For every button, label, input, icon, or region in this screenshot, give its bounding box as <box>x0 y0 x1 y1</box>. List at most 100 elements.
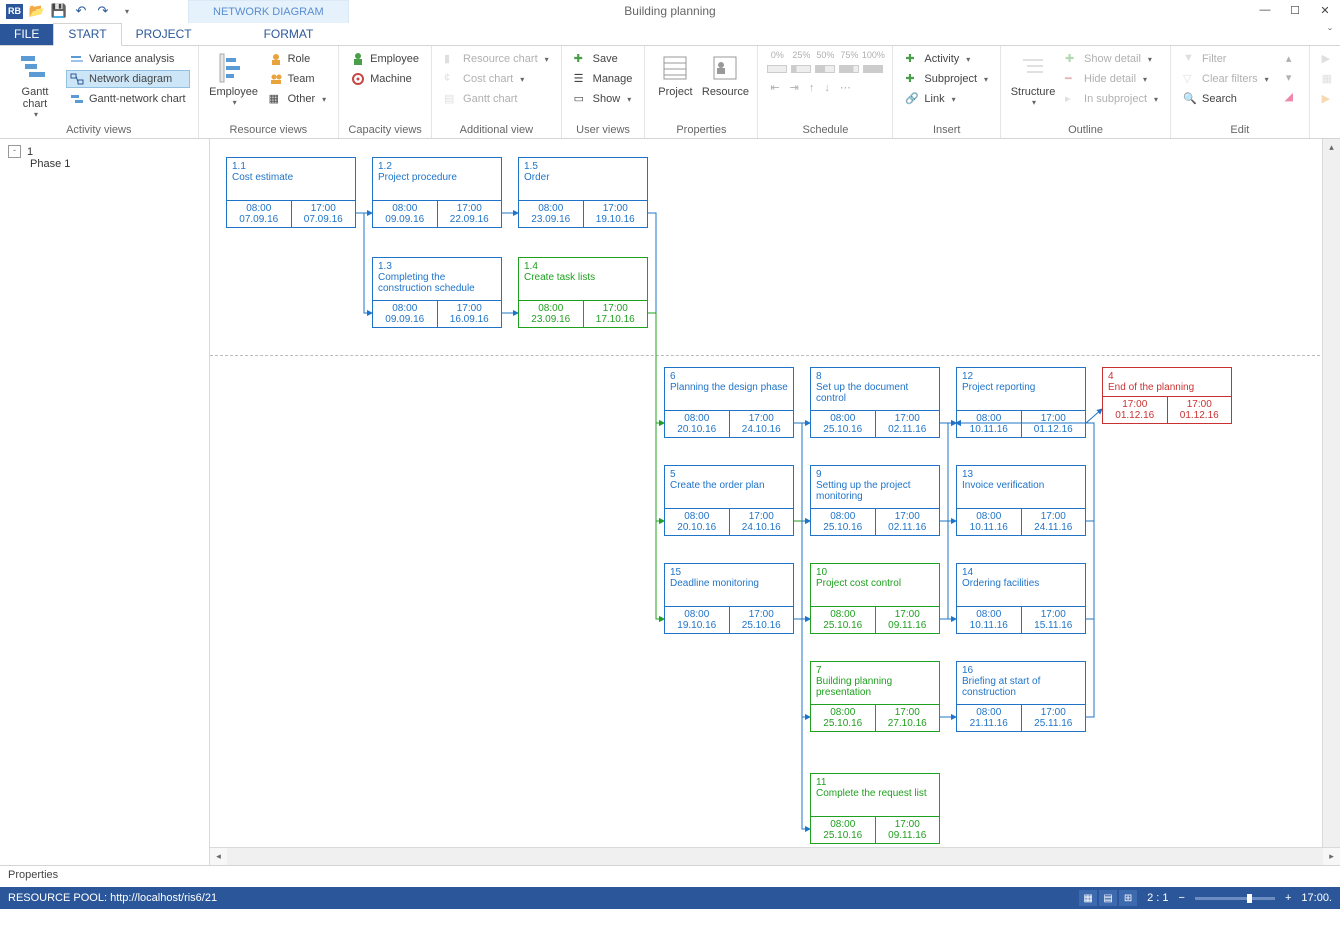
minus-icon: ━ <box>1065 72 1079 86</box>
group-schedule: 0% 25% 50% 75% 100% ⇤ ⇥ ↑ ↓ ⋯ Schedule <box>758 46 893 138</box>
diagram-canvas[interactable]: 1.1Cost estimate08:0007.09.1617:0007.09.… <box>210 139 1340 865</box>
status-time: 17:00. <box>1301 892 1332 904</box>
status-icon-1[interactable]: ▦ <box>1079 890 1097 906</box>
status-icon-2[interactable]: ▤ <box>1099 890 1117 906</box>
diagram-node[interactable]: 1.2Project procedure08:0009.09.1617:0022… <box>372 157 502 228</box>
eraser-icon: ◢ <box>1277 88 1301 105</box>
group-properties: Project Resource Properties <box>645 46 758 138</box>
maximize-button[interactable]: ☐ <box>1280 0 1310 20</box>
horizontal-scrollbar[interactable]: ◂ ▸ <box>210 847 1340 865</box>
insert-link-button[interactable]: 🔗Link▾ <box>901 90 992 108</box>
status-bar: RESOURCE POOL: http://localhost/ris6/21 … <box>0 887 1340 909</box>
show-views-dropdown[interactable]: ▭Show▾ <box>570 90 637 108</box>
employee-view-button[interactable]: Employee ▾ <box>207 50 261 107</box>
diagram-node[interactable]: 8Set up the document control08:0025.10.1… <box>810 367 940 438</box>
zoom-slider[interactable] <box>1195 897 1275 900</box>
diagram-node[interactable]: 9Setting up the project monitoring08:002… <box>810 465 940 536</box>
project-properties-button[interactable]: Project <box>653 50 697 98</box>
tab-project[interactable]: PROJECT <box>122 24 206 45</box>
diagram-node[interactable]: 7Building planning presentation08:0025.1… <box>810 661 940 732</box>
cutoff-date-button: ▶Cutoff date <box>1318 50 1340 68</box>
undo-icon[interactable]: ↶ <box>73 3 89 19</box>
tree-root-name[interactable]: Phase 1 <box>8 158 201 170</box>
open-icon[interactable]: 📂 <box>29 3 45 19</box>
gantt-chart-button[interactable]: Gantt chart ▾ <box>8 50 62 119</box>
group-user-views: ✚Save ☰Manage ▭Show▾ User views <box>562 46 646 138</box>
capacity-machine-button[interactable]: Machine <box>347 70 423 88</box>
phase-separator <box>210 355 1320 356</box>
resource-chart-button: ▮Resource chart▾ <box>440 50 553 68</box>
tree-root[interactable]: - 1 <box>8 145 201 158</box>
save-icon: ✚ <box>574 52 588 66</box>
properties-panel-header[interactable]: Properties <box>0 865 1340 887</box>
resource-properties-button[interactable]: Resource <box>701 50 749 98</box>
scroll-up-icon[interactable]: ▴ <box>1323 139 1340 156</box>
hide-detail-button: ━Hide detail▾ <box>1061 70 1162 88</box>
app-icon: RB <box>6 4 23 19</box>
gantt-network-chart-button[interactable]: Gantt-network chart <box>66 90 190 108</box>
diagram-node[interactable]: 1.4Create task lists08:0023.09.1617:0017… <box>518 257 648 328</box>
team-icon <box>269 72 283 86</box>
subproject-icon: ✚ <box>905 72 919 86</box>
search-button[interactable]: 🔍Search <box>1179 90 1273 108</box>
minimize-button[interactable]: ― <box>1250 0 1280 20</box>
network-icon <box>70 72 84 86</box>
diagram-node[interactable]: 6Planning the design phase08:0020.10.161… <box>664 367 794 438</box>
save-icon[interactable]: 💾 <box>51 3 67 19</box>
down-arrow-icon: ▾ <box>1277 69 1301 86</box>
filter-button: ▼Filter <box>1179 50 1273 68</box>
manage-icon: ☰ <box>574 72 588 86</box>
variance-analysis-button[interactable]: Variance analysis <box>66 50 190 68</box>
diagram-node[interactable]: 1.3Completing the construction schedule0… <box>372 257 502 328</box>
role-icon <box>269 52 283 66</box>
zoom-in-icon[interactable]: + <box>1285 892 1291 904</box>
tab-file[interactable]: FILE <box>0 24 53 45</box>
network-diagram-button[interactable]: Network diagram <box>66 70 190 88</box>
gantt-icon: ▤ <box>444 92 458 106</box>
scroll-left-icon[interactable]: ◂ <box>210 848 227 865</box>
folder-icon: ▸ <box>1065 92 1079 106</box>
diagram-node[interactable]: 12Project reporting08:0010.11.1617:0001.… <box>956 367 1086 438</box>
group-outline: Structure▾ ✚Show detail▾ ━Hide detail▾ ▸… <box>1001 46 1171 138</box>
manage-views-button[interactable]: ☰Manage <box>570 70 637 88</box>
redo-icon[interactable]: ↷ <box>95 3 111 19</box>
plus-icon: ✚ <box>1065 52 1079 66</box>
tab-format[interactable]: FORMAT <box>250 24 328 45</box>
diagram-node[interactable]: 13Invoice verification08:0010.11.1617:00… <box>956 465 1086 536</box>
project-start-button: ▶Project start▾ <box>1318 90 1340 108</box>
diagram-node[interactable]: 1.5Order08:0023.09.1617:0019.10.16 <box>518 157 648 228</box>
employee-icon <box>351 52 365 66</box>
cost-chart-button: ¢Cost chart▾ <box>440 70 553 88</box>
diagram-node[interactable]: 15Deadline monitoring08:0019.10.1617:002… <box>664 563 794 634</box>
diagram-node[interactable]: 5Create the order plan08:0020.10.1617:00… <box>664 465 794 536</box>
other-dropdown[interactable]: ▦Other▾ <box>265 90 331 108</box>
diagram-node[interactable]: 16Briefing at start of construction08:00… <box>956 661 1086 732</box>
role-button[interactable]: Role <box>265 50 331 68</box>
team-button[interactable]: Team <box>265 70 331 88</box>
ribbon-collapse-icon[interactable]: ˇ <box>1328 26 1332 40</box>
chevron-down-icon: ▾ <box>34 110 38 119</box>
capacity-employee-button[interactable]: Employee <box>347 50 423 68</box>
group-activity-views: Gantt chart ▾ Variance analysis Network … <box>0 46 199 138</box>
insert-subproject-button[interactable]: ✚Subproject▾ <box>901 70 992 88</box>
quick-access-toolbar: RB 📂 💾 ↶ ↷ ▾ <box>0 3 135 19</box>
insert-activity-button[interactable]: ✚Activity▾ <box>901 50 992 68</box>
qat-dropdown-icon[interactable]: ▾ <box>119 3 135 19</box>
vertical-scrollbar[interactable]: ▴ <box>1322 139 1340 848</box>
tab-start[interactable]: START <box>53 23 121 46</box>
scroll-right-icon[interactable]: ▸ <box>1323 848 1340 865</box>
ribbon: Gantt chart ▾ Variance analysis Network … <box>0 46 1340 139</box>
save-view-button[interactable]: ✚Save <box>570 50 637 68</box>
gantt-network-icon <box>70 92 84 106</box>
status-icon-3[interactable]: ⊞ <box>1119 890 1137 906</box>
group-additional-view: ▮Resource chart▾ ¢Cost chart▾ ▤Gantt cha… <box>432 46 562 138</box>
diagram-node[interactable]: 14Ordering facilities08:0010.11.1617:001… <box>956 563 1086 634</box>
diagram-node[interactable]: 4End of the planning17:0001.12.1617:0001… <box>1102 367 1232 424</box>
collapse-icon[interactable]: - <box>8 145 21 158</box>
diagram-node[interactable]: 10Project cost control08:0025.10.1617:00… <box>810 563 940 634</box>
context-tab-header: NETWORK DIAGRAM <box>188 0 349 23</box>
diagram-node[interactable]: 1.1Cost estimate08:0007.09.1617:0007.09.… <box>226 157 356 228</box>
close-button[interactable]: ✕ <box>1310 0 1340 20</box>
zoom-out-icon[interactable]: − <box>1179 892 1185 904</box>
diagram-node[interactable]: 11Complete the request list08:0025.10.16… <box>810 773 940 844</box>
